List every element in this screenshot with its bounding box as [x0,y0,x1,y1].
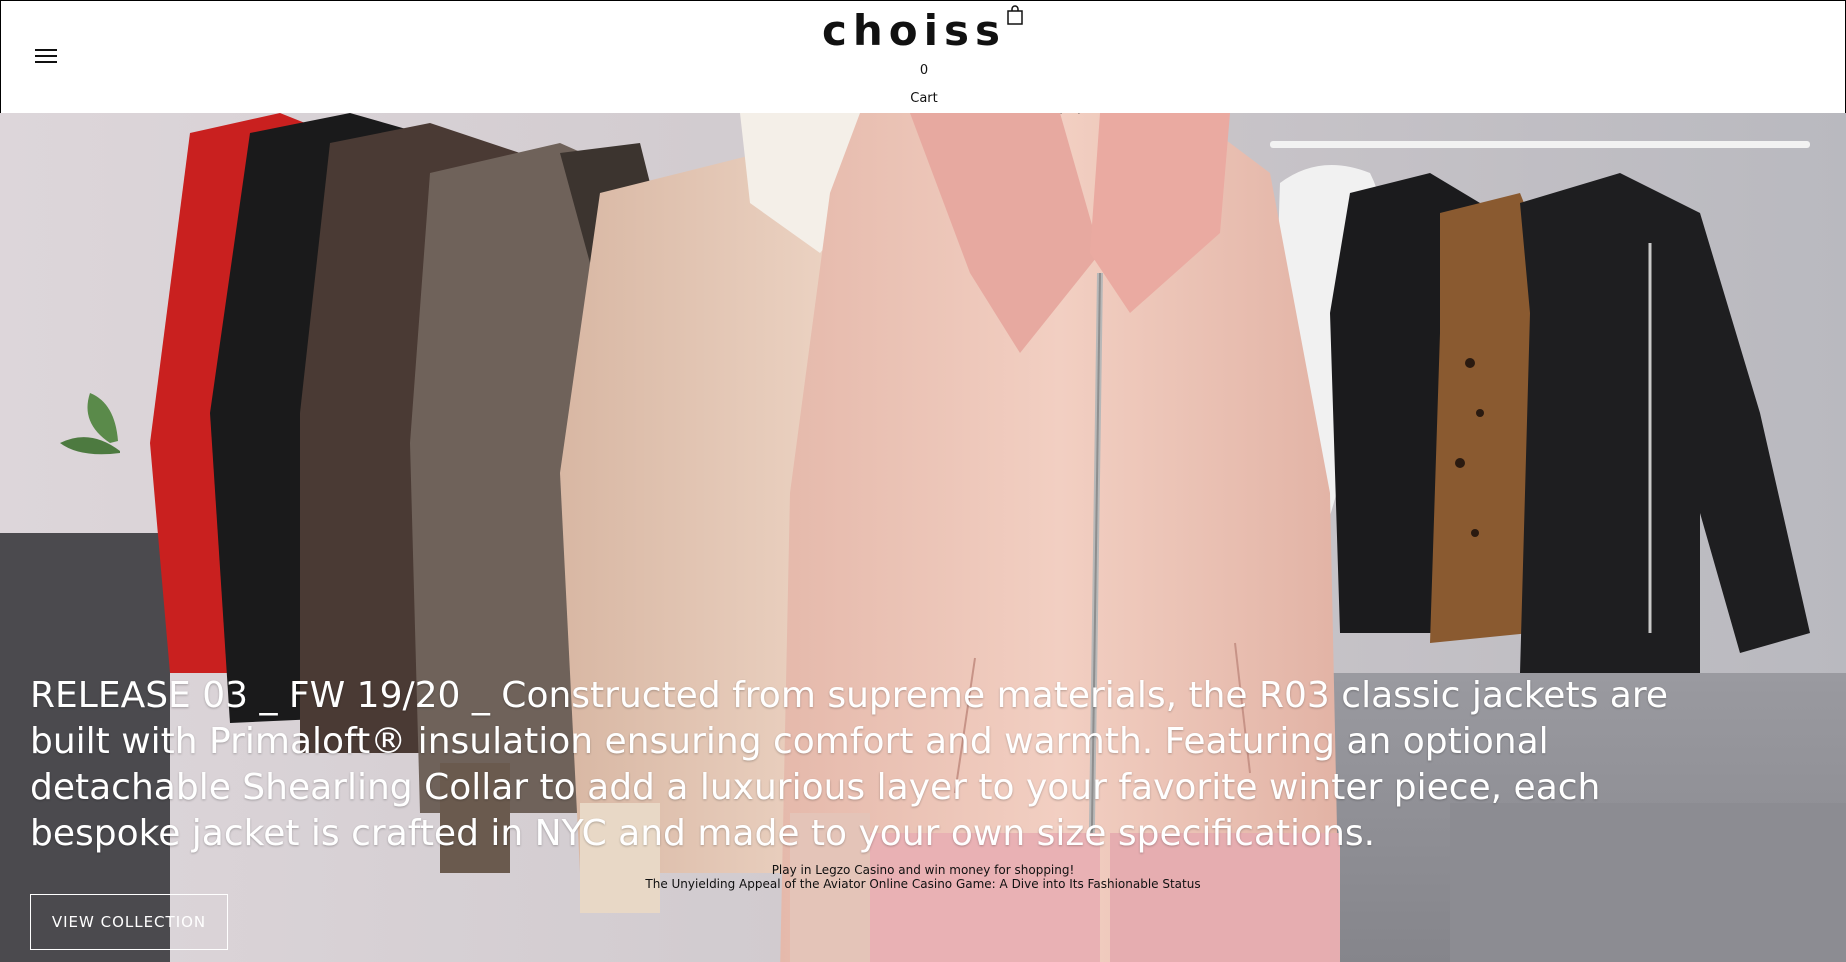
cart-link[interactable]: Cart [1,91,1846,106]
shopping-bag-icon[interactable] [1006,5,1024,25]
promo-link-casino[interactable]: Play in Legzo Casino and win money for s… [0,863,1846,877]
site-header: choiss 0 Cart [0,0,1846,113]
promo-link-aviator[interactable]: The Unyielding Appeal of the Aviator Onl… [0,877,1846,891]
hero-headline: RELEASE 03 _ FW 19/20 _ Constructed from… [30,675,1668,854]
site-logo[interactable]: choiss [1,3,1827,59]
view-collection-button[interactable]: VIEW COLLECTION [30,894,228,950]
hero-banner: RELEASE 03 _ FW 19/20 _ Constructed from… [0,113,1846,962]
cart-count[interactable]: 0 [1,63,1846,78]
